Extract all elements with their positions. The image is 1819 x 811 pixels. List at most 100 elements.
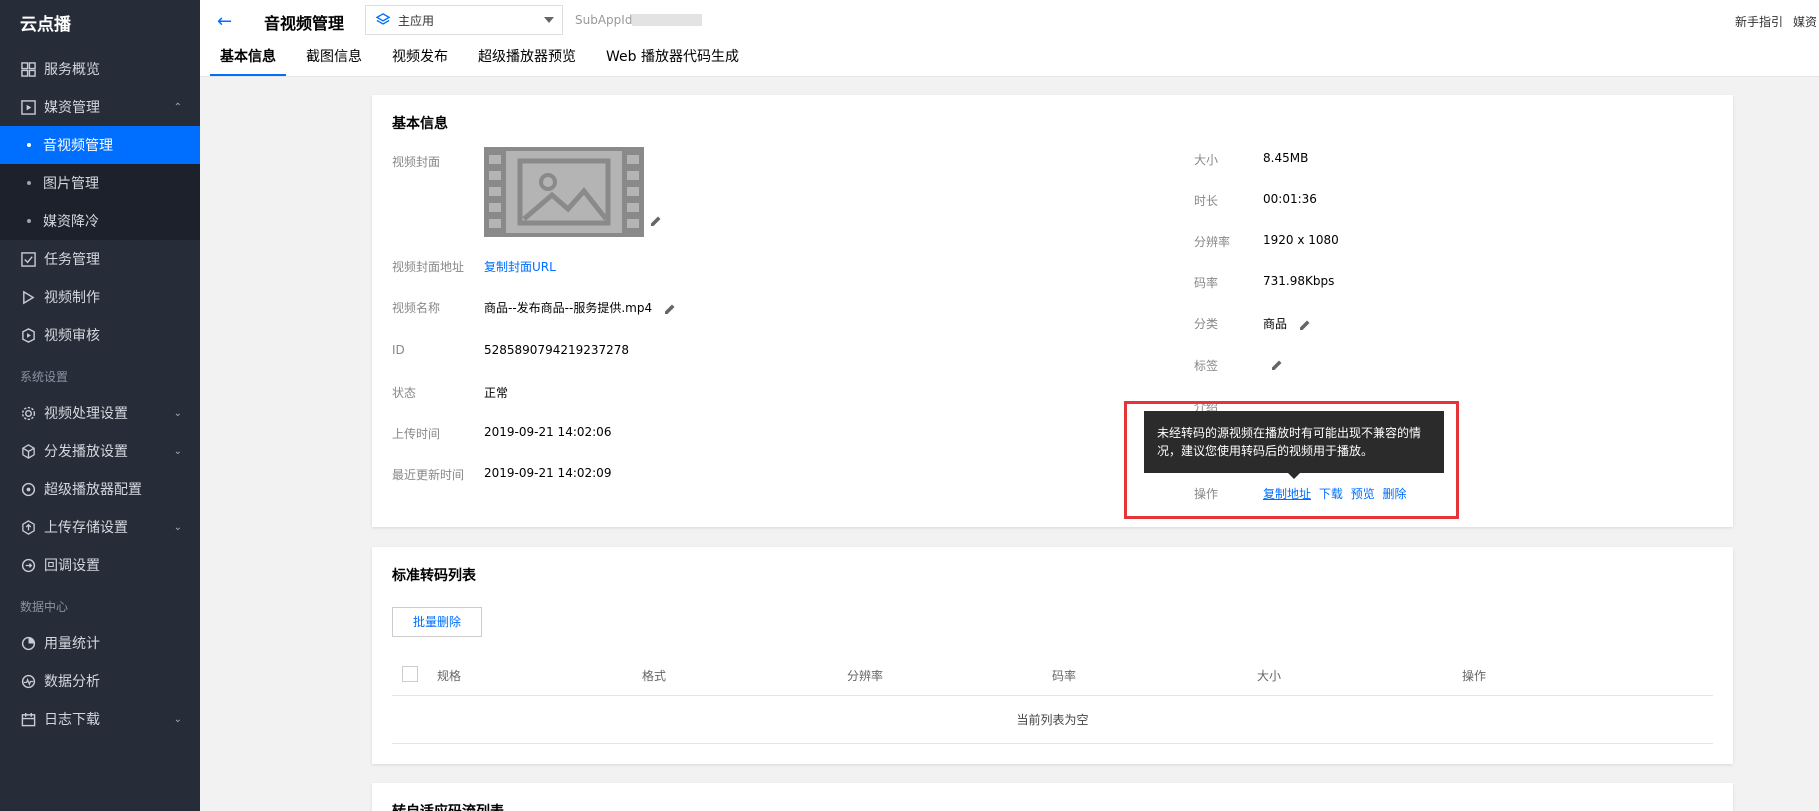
sidebar-item-label: 用量统计 <box>44 636 100 652</box>
back-arrow-icon[interactable]: ← <box>217 11 232 32</box>
sidebar-item-callback[interactable]: 回调设置 <box>0 546 200 584</box>
subappid-label: SubAppId: <box>575 13 637 27</box>
basic-info-card: 基本信息 视频封面 视频封面地址 复制封面URL 视频名称 商品--发布商品--… <box>372 95 1733 527</box>
sidebar-item-usage[interactable]: 用量统计 <box>0 624 200 662</box>
update-time-label: 最近更新时间 <box>392 468 465 482</box>
bitrate-value: 731.98Kbps <box>1263 274 1335 288</box>
update-time-value: 2019-09-21 14:02:09 <box>484 466 612 480</box>
app-select[interactable]: 主应用 <box>365 5 563 35</box>
refresh-icon <box>20 557 36 573</box>
sidebar-item-label: 超级播放器配置 <box>44 482 142 498</box>
table-header: 规格 格式 分辨率 码率 大小 操作 <box>392 652 1713 696</box>
edit-name-icon[interactable] <box>664 303 676 315</box>
grid-icon <box>20 61 36 77</box>
chevron-down-icon: ⌄ <box>173 407 182 419</box>
column-header: 规格 <box>437 669 462 683</box>
guide-link[interactable]: 新手指引 <box>1735 13 1783 30</box>
tab-web-player-code[interactable]: Web 播放器代码生成 <box>596 42 749 76</box>
duration-value: 00:01:36 <box>1263 192 1317 206</box>
sidebar-item-label: 回调设置 <box>44 558 100 574</box>
sidebar-item-label: 媒资降冷 <box>43 214 99 230</box>
chevron-down-icon <box>544 17 554 23</box>
sidebar-item-media[interactable]: 媒资管理 ⌃ <box>0 88 200 126</box>
adaptive-list-card: 转自适应码流列表 <box>372 783 1733 811</box>
pulse-icon <box>20 673 36 689</box>
bullet-icon <box>27 143 31 147</box>
column-header: 格式 <box>642 669 667 683</box>
id-value: 5285890794219237278 <box>484 343 630 357</box>
sidebar-item-label: 视频审核 <box>44 328 100 344</box>
card-title: 基本信息 <box>392 116 448 132</box>
sidebar-item-video-make[interactable]: 视频制作 <box>0 278 200 316</box>
calendar-icon <box>20 711 36 727</box>
sidebar-item-label: 音视频管理 <box>43 138 113 154</box>
sidebar-item-image-manage[interactable]: 图片管理 <box>0 164 200 202</box>
edit-category-icon[interactable] <box>1299 319 1311 331</box>
layers-icon <box>376 13 390 25</box>
edit-cover-icon[interactable] <box>650 215 662 231</box>
copy-cover-url-link[interactable]: 复制封面URL <box>484 258 556 275</box>
column-header: 码率 <box>1052 669 1077 683</box>
highlight-annotation-box <box>1124 401 1459 519</box>
sidebar-item-label: 视频制作 <box>44 290 100 306</box>
category-value: 商品 <box>1263 317 1288 331</box>
upload-icon <box>20 519 36 535</box>
tab-basic-info[interactable]: 基本信息 <box>210 42 286 76</box>
video-name-label: 视频名称 <box>392 301 441 315</box>
pie-icon <box>20 635 36 651</box>
empty-state: 当前列表为空 <box>392 696 1713 744</box>
sidebar-item-label: 分发播放设置 <box>44 444 128 460</box>
status-value: 正常 <box>484 386 509 400</box>
sidebar-item-media-cold[interactable]: 媒资降冷 <box>0 202 200 240</box>
app-select-value: 主应用 <box>398 13 435 28</box>
upload-time-value: 2019-09-21 14:02:06 <box>484 425 612 439</box>
sidebar-item-distribution[interactable]: 分发播放设置 ⌄ <box>0 432 200 470</box>
media-link[interactable]: 媒资 <box>1793 13 1819 30</box>
category-label: 分类 <box>1194 317 1219 331</box>
sidebar-item-tasks[interactable]: 任务管理 <box>0 240 200 278</box>
sidebar-item-log-download[interactable]: 日志下载 ⌄ <box>0 700 200 738</box>
chevron-up-icon: ⌃ <box>173 101 182 113</box>
card-title: 转自适应码流列表 <box>392 801 504 811</box>
sidebar-item-av-manage[interactable]: 音视频管理 <box>0 126 200 164</box>
video-cover-thumbnail[interactable] <box>484 147 644 237</box>
sidebar-item-analysis[interactable]: 数据分析 <box>0 662 200 700</box>
sidebar-item-upload-storage[interactable]: 上传存储设置 ⌄ <box>0 508 200 546</box>
select-all-checkbox[interactable] <box>402 666 418 682</box>
sidebar-item-label: 任务管理 <box>44 252 100 268</box>
subappid-redacted <box>632 14 702 26</box>
transcode-table: 规格 格式 分辨率 码率 大小 操作 当前列表为空 <box>392 652 1713 744</box>
sidebar-item-video-process[interactable]: 视频处理设置 ⌄ <box>0 394 200 432</box>
sidebar-item-label: 上传存储设置 <box>44 520 128 536</box>
gear-icon <box>20 405 36 421</box>
page-title: 音视频管理 <box>264 14 345 33</box>
tab-video-publish[interactable]: 视频发布 <box>382 42 458 76</box>
sidebar-item-overview[interactable]: 服务概览 <box>0 50 200 88</box>
card-title: 标准转码列表 <box>392 568 476 584</box>
tab-player-preview[interactable]: 超级播放器预览 <box>468 42 586 76</box>
sidebar-item-label: 日志下载 <box>44 712 100 728</box>
video-name-value: 商品--发布商品--服务提供.mp4 <box>484 301 653 315</box>
section-data: 数据中心 <box>20 600 69 614</box>
image-placeholder-icon <box>506 151 622 233</box>
brand-logo[interactable]: 云点播 <box>0 0 200 50</box>
page-header: ← 音视频管理 主应用 SubAppId: 新手指引 媒资 基本信息 截图信息 … <box>200 0 1819 77</box>
bullet-icon <box>27 219 31 223</box>
sidebar-item-player-config[interactable]: 超级播放器配置 <box>0 470 200 508</box>
edit-tags-icon[interactable] <box>1271 359 1283 371</box>
tab-bar: 基本信息 截图信息 视频发布 超级播放器预览 Web 播放器代码生成 <box>210 42 759 76</box>
cover-url-label: 视频封面地址 <box>392 260 465 274</box>
size-label: 大小 <box>1194 153 1219 167</box>
batch-delete-button[interactable]: 批量删除 <box>392 607 482 637</box>
column-header: 分辨率 <box>847 669 884 683</box>
check-square-icon <box>20 251 36 267</box>
column-header: 操作 <box>1462 669 1487 683</box>
sidebar-item-video-review[interactable]: 视频审核 <box>0 316 200 354</box>
tab-screenshot-info[interactable]: 截图信息 <box>296 42 372 76</box>
upload-time-label: 上传时间 <box>392 427 441 441</box>
bitrate-label: 码率 <box>1194 276 1219 290</box>
cube-icon <box>20 443 36 459</box>
transcode-list-card: 标准转码列表 批量删除 规格 格式 分辨率 码率 大小 操作 当前列表为空 <box>372 547 1733 764</box>
sidebar-item-label: 服务概览 <box>44 62 100 78</box>
play-square-icon <box>20 99 36 115</box>
